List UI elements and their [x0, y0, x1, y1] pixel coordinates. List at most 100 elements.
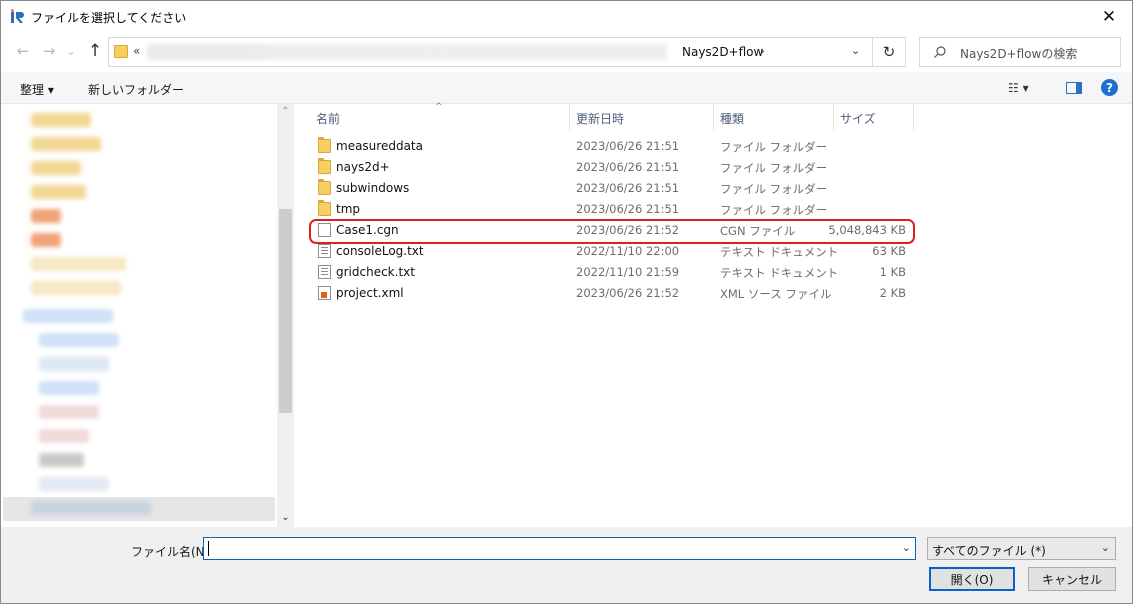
file-name: consoleLog.txt — [336, 244, 424, 258]
file-name: subwindows — [336, 181, 410, 195]
file-type: テキスト ドキュメント — [720, 245, 839, 259]
file-name: project.xml — [336, 286, 404, 300]
file-name: measureddata — [336, 139, 423, 153]
file-row[interactable]: measureddata 2023/06/26 21:51 ファイル フォルダー — [312, 136, 912, 157]
file-icon — [318, 223, 331, 237]
column-header-name[interactable]: 名前 — [316, 110, 340, 127]
chevron-down-icon: ⌄ — [66, 44, 76, 58]
file-modified: 2023/06/26 21:51 — [576, 202, 680, 216]
nav-item-blurred[interactable] — [31, 257, 126, 271]
address-bar[interactable]: « Nays2D+flow › ⌄ — [108, 37, 873, 67]
folder-icon — [318, 158, 331, 174]
arrow-left-icon: ← — [16, 42, 30, 60]
file-modified: 2023/06/26 21:52 — [576, 223, 680, 237]
text-file-icon — [318, 244, 331, 258]
file-modified: 2023/06/26 21:51 — [576, 139, 680, 153]
column-header-size[interactable]: サイズ — [840, 110, 876, 127]
file-type: XML ソース ファイル — [720, 287, 832, 301]
column-divider[interactable] — [913, 104, 914, 131]
file-row[interactable]: subwindows 2023/06/26 21:51 ファイル フォルダー — [312, 178, 912, 199]
nav-item-blurred[interactable] — [39, 357, 109, 371]
folder-icon — [318, 137, 331, 153]
scroll-up-icon[interactable]: ⌃ — [277, 106, 294, 118]
search-input[interactable]: Nays2D+flowの検索 — [919, 37, 1121, 67]
text-caret — [208, 541, 209, 556]
folder-icon — [318, 179, 331, 195]
view-options-button[interactable]: ☷ ▾ — [1008, 81, 1029, 95]
breadcrumb-current[interactable]: Nays2D+flow — [682, 45, 763, 59]
file-size: 63 KB — [872, 244, 906, 258]
nav-item-blurred[interactable] — [31, 113, 91, 127]
filename-input[interactable]: ⌄ — [203, 537, 916, 560]
file-row-case1[interactable]: Case1.cgn 2023/06/26 21:52 CGN ファイル 5,04… — [312, 220, 912, 241]
refresh-button[interactable]: ↻ — [873, 37, 906, 67]
file-type: CGN ファイル — [720, 224, 796, 238]
new-folder-button[interactable]: 新しいフォルダー — [88, 81, 184, 98]
file-row[interactable]: tmp 2023/06/26 21:51 ファイル フォルダー — [312, 199, 912, 220]
column-header-modified[interactable]: 更新日時 — [576, 110, 624, 127]
file-modified: 2023/06/26 21:52 — [576, 286, 680, 300]
scroll-down-icon[interactable]: ⌄ — [277, 512, 294, 524]
file-size: 5,048,843 KB — [828, 223, 906, 237]
scrollbar-thumb[interactable] — [279, 209, 292, 413]
file-list: ^ 名前 更新日時 種類 サイズ measureddata 2023/06/26… — [298, 102, 1132, 527]
cancel-button[interactable]: キャンセル — [1028, 567, 1116, 591]
title-bar: ファイルを選択してください ✕ — [1, 1, 1132, 32]
navigation-pane: ⌃ ⌄ — [1, 104, 294, 527]
file-type: テキスト ドキュメント — [720, 266, 839, 280]
navigation-scrollbar[interactable]: ⌃ ⌄ — [277, 104, 294, 527]
column-header-type[interactable]: 種類 — [720, 110, 744, 127]
refresh-icon: ↻ — [882, 43, 896, 61]
search-placeholder: Nays2D+flowの検索 — [960, 47, 1078, 61]
help-icon[interactable]: ? — [1101, 79, 1118, 96]
file-row[interactable]: nays2d+ 2023/06/26 21:51 ファイル フォルダー — [312, 157, 912, 178]
search-icon — [934, 46, 946, 58]
organize-menu-button[interactable]: 整理 ▾ — [20, 81, 54, 98]
nav-item-blurred[interactable] — [31, 501, 151, 515]
folder-icon — [114, 45, 128, 58]
filename-label: ファイル名(N): — [131, 545, 214, 559]
sort-ascending-icon: ^ — [435, 102, 443, 112]
open-button[interactable]: 開く(O) — [929, 567, 1015, 591]
up-button[interactable]: ↑ — [85, 41, 105, 61]
close-button[interactable]: ✕ — [1086, 1, 1132, 32]
file-type: ファイル フォルダー — [720, 161, 828, 175]
nav-item-blurred[interactable] — [39, 381, 99, 395]
filetype-select[interactable]: すべてのファイル (*) ⌄ — [927, 537, 1116, 560]
breadcrumb-blurred-path — [147, 44, 667, 60]
dialog-title: ファイルを選択してください — [31, 11, 187, 25]
filetype-value: すべてのファイル (*) — [932, 544, 1046, 558]
file-row[interactable]: consoleLog.txt 2022/11/10 22:00 テキスト ドキュ… — [312, 241, 912, 262]
nav-item-blurred[interactable] — [31, 281, 121, 295]
file-row[interactable]: project.xml 2023/06/26 21:52 XML ソース ファイ… — [312, 283, 912, 304]
column-divider[interactable] — [713, 104, 714, 131]
file-type: ファイル フォルダー — [720, 182, 828, 196]
nav-item-blurred[interactable] — [31, 185, 86, 199]
file-row[interactable]: gridcheck.txt 2022/11/10 21:59 テキスト ドキュメ… — [312, 262, 912, 283]
file-name: Case1.cgn — [336, 223, 399, 237]
nav-item-blurred[interactable] — [23, 309, 113, 323]
nav-item-blurred[interactable] — [39, 429, 89, 443]
column-divider[interactable] — [833, 104, 834, 131]
nav-item-blurred[interactable] — [31, 209, 61, 223]
nav-item-blurred[interactable] — [31, 137, 101, 151]
nav-item-blurred[interactable] — [39, 333, 119, 347]
nav-item-blurred[interactable] — [31, 161, 81, 175]
address-history-dropdown[interactable]: ⌄ — [851, 44, 860, 57]
nav-item-blurred[interactable] — [31, 233, 61, 247]
file-size: 1 KB — [879, 265, 906, 279]
recent-locations-button[interactable]: ⌄ — [61, 41, 81, 61]
file-open-dialog: ファイルを選択してください ✕ ← → ⌄ ↑ « Nays2D+flow › … — [0, 0, 1133, 604]
preview-pane-icon[interactable] — [1066, 82, 1082, 94]
nav-item-blurred[interactable] — [39, 453, 84, 467]
text-file-icon — [318, 265, 331, 279]
back-button[interactable]: ← — [13, 41, 33, 61]
nav-item-blurred[interactable] — [39, 405, 99, 419]
forward-button[interactable]: → — [39, 41, 59, 61]
close-icon: ✕ — [1101, 6, 1117, 27]
nav-item-blurred[interactable] — [39, 477, 109, 491]
breadcrumb-chevron[interactable]: › — [760, 44, 765, 58]
breadcrumb-overflow[interactable]: « — [133, 44, 140, 58]
chevron-down-icon[interactable]: ⌄ — [902, 541, 911, 554]
column-divider[interactable] — [569, 104, 570, 131]
